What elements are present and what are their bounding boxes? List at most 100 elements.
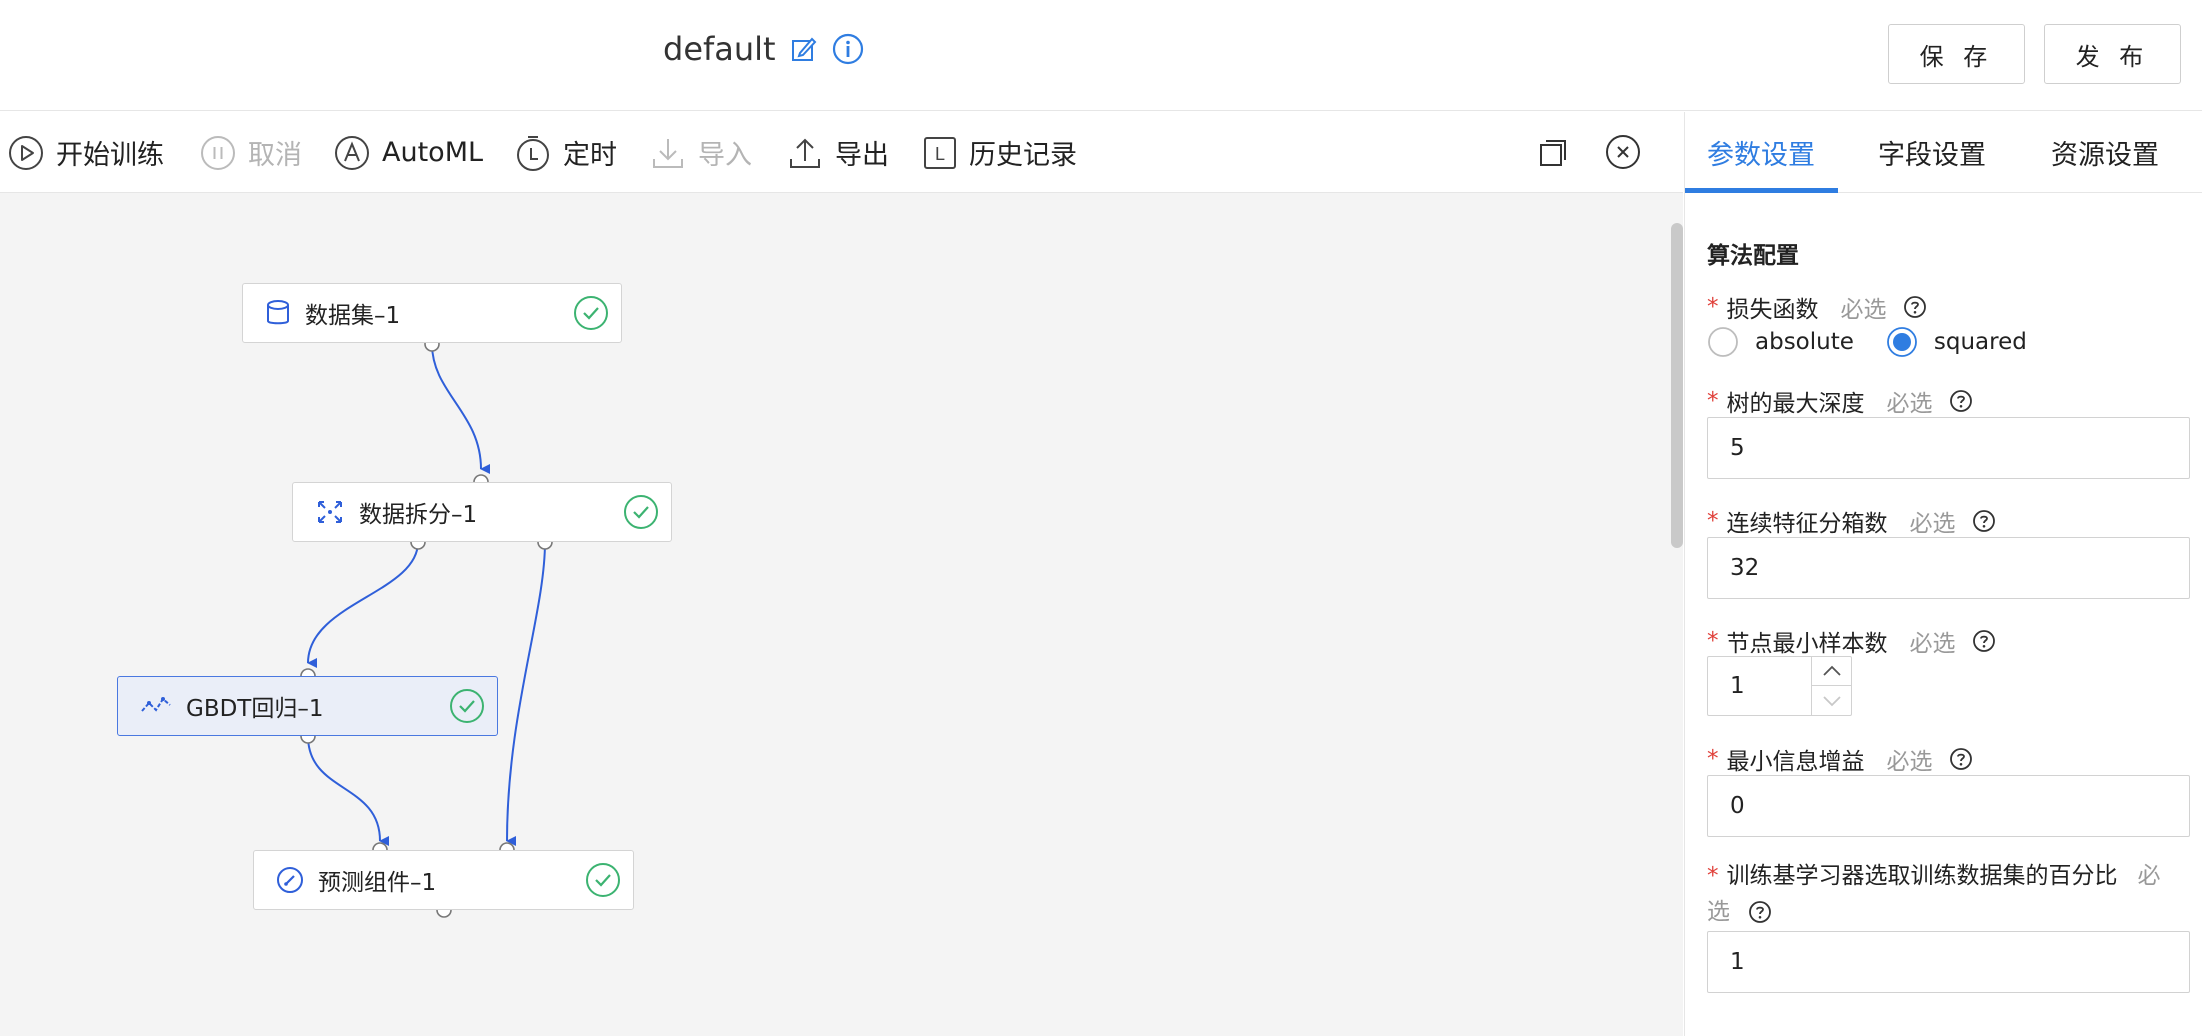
success-check-icon — [586, 863, 620, 897]
radio-absolute[interactable]: absolute — [1707, 326, 1854, 358]
schedule-button[interactable]: 定时 — [515, 112, 617, 193]
required-hint-part1: 必 — [2137, 863, 2161, 889]
history-button[interactable]: L 历史记录 — [923, 112, 1077, 193]
automl-label: AutoML — [382, 137, 484, 168]
tab-params[interactable]: 参数设置 — [1707, 112, 1815, 193]
canvas-scrollbar[interactable] — [1671, 223, 1683, 548]
copy-icon[interactable] — [1538, 138, 1568, 168]
edge-split-predict — [506, 541, 546, 847]
required-hint: 必选 — [1909, 511, 1956, 537]
bins-input[interactable]: 32 — [1707, 537, 2190, 599]
required-hint: 必选 — [1886, 391, 1933, 417]
stepper-up-icon[interactable] — [1812, 657, 1852, 686]
stepper-down-icon[interactable] — [1812, 686, 1852, 715]
node-gbdt-regression-label: GBDT回归–1 — [186, 696, 324, 722]
database-icon — [267, 300, 289, 325]
min-info-gain-input[interactable]: 0 — [1707, 775, 2190, 837]
workflow-canvas[interactable]: 数据集–1 数据拆分–1 GBDT回归–1 预测组件–1 — [0, 193, 1683, 1036]
export-button[interactable]: 导出 — [787, 112, 889, 193]
pause-icon — [201, 135, 235, 170]
cancel-button[interactable]: 取消 — [200, 112, 302, 193]
regression-icon — [141, 697, 171, 712]
history-label: 历史记录 — [969, 140, 1077, 171]
radio-absolute-label: absolute — [1755, 329, 1854, 355]
schedule-label: 定时 — [563, 140, 617, 171]
radio-unchecked-icon — [1708, 327, 1738, 357]
history-icon: L — [924, 136, 956, 169]
settings-tabs: 参数设置 字段设置 资源设置 — [1685, 112, 2202, 193]
bins-label-row: * 连续特征分箱数 必选 — [1707, 504, 1996, 538]
loss-function-label: 损失函数 — [1726, 297, 1819, 323]
required-hint-part2: 选 — [1707, 899, 1730, 925]
automl-icon — [335, 135, 369, 170]
min-samples-label-row: * 节点最小样本数 必选 — [1707, 624, 1996, 658]
radio-checked-icon — [1886, 327, 1917, 357]
min-samples-value[interactable]: 1 — [1730, 657, 1745, 715]
required-mark: * — [1707, 294, 1719, 320]
node-gbdt-regression[interactable]: GBDT回归–1 — [117, 676, 498, 736]
svg-text:L: L — [935, 144, 945, 164]
required-hint: 必选 — [1909, 631, 1956, 657]
subsample-label: 训练基学习器选取训练数据集的百分比 — [1726, 863, 2118, 889]
start-training-label: 开始训练 — [56, 140, 164, 171]
close-icon[interactable] — [1605, 134, 1641, 170]
cancel-label: 取消 — [248, 140, 302, 171]
subsample-input[interactable]: 1 — [1707, 931, 2190, 993]
success-check-icon — [450, 689, 484, 723]
required-mark: * — [1707, 628, 1719, 654]
tab-resources[interactable]: 资源设置 — [2051, 112, 2159, 193]
start-training-button[interactable]: 开始训练 — [8, 112, 164, 193]
gauge-icon — [277, 867, 303, 893]
required-hint: 必选 — [1886, 749, 1933, 775]
node-dataset[interactable]: 数据集–1 — [242, 283, 622, 343]
min-info-gain-label: 最小信息增益 — [1726, 749, 1865, 775]
help-icon[interactable] — [1903, 295, 1927, 319]
subsample-label-row: * 训练基学习器选取训练数据集的百分比 必 选 — [1707, 858, 2197, 930]
required-mark: * — [1707, 388, 1719, 414]
node-data-split[interactable]: 数据拆分–1 — [292, 482, 672, 542]
stepper-arrows — [1811, 657, 1852, 715]
automl-button[interactable]: AutoML — [334, 112, 483, 193]
required-mark: * — [1707, 863, 1719, 889]
max-depth-input[interactable]: 5 — [1707, 417, 2190, 479]
workflow-title: default — [663, 30, 776, 68]
max-depth-label: 树的最大深度 — [1726, 391, 1865, 417]
split-icon — [318, 501, 342, 523]
play-icon — [9, 135, 43, 170]
min-info-gain-label-row: * 最小信息增益 必选 — [1707, 742, 1973, 776]
edge-split-gbdt — [307, 541, 419, 669]
radio-squared-label: squared — [1933, 329, 2027, 355]
save-button[interactable]: 保 存 — [1888, 24, 2025, 84]
help-icon[interactable] — [1972, 509, 1996, 533]
publish-button[interactable]: 发 布 — [2044, 24, 2181, 84]
top-bar: default 保 存 发 布 — [0, 0, 2202, 111]
edge-dataset-split — [431, 343, 491, 474]
help-icon[interactable] — [1949, 389, 1973, 413]
help-icon[interactable] — [1949, 747, 1973, 771]
edit-icon[interactable] — [790, 35, 818, 63]
help-icon[interactable] — [1972, 629, 1996, 653]
success-check-icon — [574, 296, 608, 330]
help-icon[interactable] — [1748, 900, 1772, 924]
node-data-split-label: 数据拆分–1 — [359, 502, 478, 528]
loss-function-radio-group: absolute squared — [1707, 326, 2027, 358]
min-samples-label: 节点最小样本数 — [1726, 631, 1888, 657]
required-mark: * — [1707, 508, 1719, 534]
bins-label: 连续特征分箱数 — [1726, 511, 1888, 537]
edge-gbdt-predict — [307, 735, 390, 846]
min-samples-stepper[interactable]: 1 — [1707, 656, 1852, 716]
required-hint: 必选 — [1840, 297, 1887, 323]
max-depth-label-row: * 树的最大深度 必选 — [1707, 384, 1973, 418]
info-icon[interactable] — [832, 33, 864, 65]
import-label: 导入 — [698, 140, 752, 171]
download-icon — [653, 138, 683, 168]
canvas-toolbar: 开始训练 取消 AutoML 定时 导入 导出 L 历史记录 — [0, 112, 1683, 193]
active-tab-indicator — [1685, 188, 1838, 193]
radio-squared[interactable]: squared — [1886, 326, 2027, 358]
tab-fields[interactable]: 字段设置 — [1878, 112, 1986, 193]
node-prediction[interactable]: 预测组件–1 — [253, 850, 634, 910]
section-title: 算法配置 — [1707, 243, 1799, 269]
export-label: 导出 — [835, 140, 889, 171]
import-button[interactable]: 导入 — [650, 112, 752, 193]
settings-panel: 参数设置 字段设置 资源设置 算法配置 * 损失函数 必选 absolute s… — [1684, 112, 2202, 1036]
